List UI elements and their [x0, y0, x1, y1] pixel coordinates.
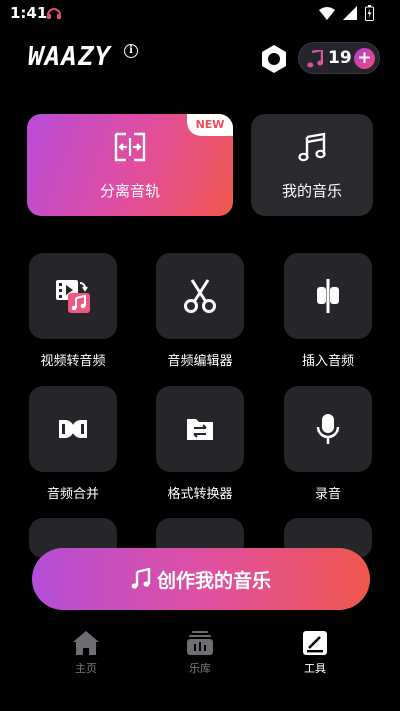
- app-logo: WAAZY: [28, 42, 112, 72]
- record-label: 录音: [314, 487, 341, 502]
- status-time: 1:41: [10, 4, 48, 22]
- home-icon: [73, 631, 99, 655]
- signal-icon: [343, 6, 357, 20]
- create-music-button[interactable]: 创作我的音乐: [32, 548, 370, 610]
- insert-audio-button[interactable]: [284, 253, 372, 339]
- library-icon: [187, 631, 213, 655]
- tools-icon: [303, 631, 327, 655]
- my-music-label: 我的音乐: [281, 182, 342, 200]
- format-convert-icon: [187, 419, 213, 440]
- headphones-status-icon: [47, 8, 61, 19]
- my-music-card[interactable]: 我的音乐: [251, 114, 373, 216]
- separate-tracks-card[interactable]: NEW 分离音轨: [27, 114, 233, 216]
- split-track-icon: [114, 132, 146, 162]
- nav-tools[interactable]: 工具: [275, 630, 355, 682]
- bottom-nav: 主页 乐库 工具: [0, 622, 400, 711]
- wifi-icon: [319, 6, 335, 20]
- separate-tracks-label: 分离音轨: [99, 182, 160, 200]
- insert-audio-icon: [317, 279, 339, 313]
- info-icon[interactable]: i: [124, 44, 138, 58]
- status-bar: 1:41: [0, 0, 400, 28]
- credits-count: 19: [328, 48, 352, 68]
- video-to-audio-icon: [56, 280, 90, 313]
- insert-audio-label: 插入音频: [301, 354, 354, 369]
- music-note-icon: [307, 50, 323, 68]
- create-music-content: 创作我的音乐: [32, 548, 370, 610]
- video-to-audio-button[interactable]: [29, 253, 117, 339]
- video-to-audio-label: 视频转音频: [40, 354, 106, 369]
- add-credits-icon[interactable]: +: [354, 48, 375, 69]
- app-header: WAAZY i 19 +: [0, 30, 400, 90]
- create-music-label: 创作我的音乐: [156, 569, 271, 592]
- format-converter-button[interactable]: [156, 386, 244, 472]
- credits-pill[interactable]: 19 +: [298, 42, 380, 74]
- nav-library[interactable]: 乐库: [160, 630, 240, 682]
- scissors-icon: [184, 279, 216, 313]
- audio-editor-label: 音频编辑器: [167, 354, 233, 369]
- music-note-icon: [298, 132, 326, 162]
- record-button[interactable]: [284, 386, 372, 472]
- status-indicators: [319, 5, 374, 21]
- nav-home[interactable]: 主页: [46, 630, 126, 682]
- settings-gear-icon[interactable]: [258, 43, 290, 75]
- nav-library-label: 乐库: [189, 662, 211, 675]
- new-badge: NEW: [187, 114, 233, 136]
- battery-icon: [365, 5, 374, 21]
- audio-merge-label: 音频合并: [46, 487, 99, 502]
- nav-tools-label: 工具: [304, 662, 326, 675]
- nav-home-label: 主页: [75, 662, 97, 675]
- microphone-icon: [316, 414, 340, 444]
- audio-merge-button[interactable]: [29, 386, 117, 472]
- music-note-icon: [131, 568, 151, 589]
- format-converter-label: 格式转换器: [167, 487, 233, 502]
- merge-icon: [59, 420, 87, 438]
- audio-editor-button[interactable]: [156, 253, 244, 339]
